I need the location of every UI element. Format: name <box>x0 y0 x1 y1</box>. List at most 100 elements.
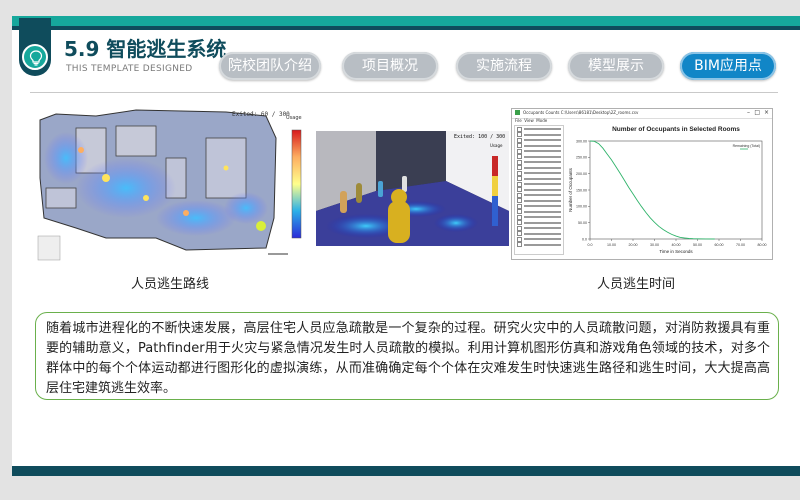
checkbox-icon[interactable] <box>517 214 522 220</box>
checkbox-icon[interactable] <box>517 242 522 247</box>
minimize-icon[interactable]: – <box>747 109 750 117</box>
menu-file[interactable]: File <box>515 118 522 123</box>
simulation-exited-label: Exited: 100 / 300 <box>454 134 506 140</box>
room-list-row[interactable] <box>517 214 561 220</box>
menu-view[interactable]: View <box>524 118 534 123</box>
room-name-placeholder <box>524 128 561 130</box>
checkbox-icon[interactable] <box>517 148 522 154</box>
y-axis-label: Number of Occupants <box>568 167 573 212</box>
room-list-panel[interactable] <box>514 125 564 255</box>
room-name-placeholder <box>524 133 561 136</box>
y-tick-label: 50.00 <box>578 221 587 225</box>
checkbox-icon[interactable] <box>517 209 522 214</box>
lightbulb-icon <box>22 44 48 70</box>
y-tick-label: 0.0 <box>582 237 587 241</box>
nav-tab-process[interactable]: 实施流程 <box>456 52 552 80</box>
simulation-legend-title: Usage <box>490 143 503 148</box>
y-tick-label: 150.00 <box>576 188 587 192</box>
checkbox-icon[interactable] <box>517 159 522 165</box>
checkbox-icon[interactable] <box>517 137 522 143</box>
description-text: 随着城市进程化的不断快速发展，高层住宅人员应急疏散是一个复杂的过程。研究火灾中的… <box>46 321 770 396</box>
room-name-placeholder <box>524 172 561 174</box>
nav-tab-overview[interactable]: 项目概况 <box>342 52 438 80</box>
checkbox-icon[interactable] <box>517 231 522 236</box>
bottom-band <box>0 476 800 500</box>
checkbox-icon[interactable] <box>517 143 522 148</box>
checkbox-icon[interactable] <box>517 187 522 192</box>
nav-tab-label: BIM应用点 <box>694 58 762 74</box>
page-title: 5.9 智能逃生系统 <box>64 37 227 61</box>
nav-tab-bim[interactable]: BIM应用点 <box>680 52 776 80</box>
maximize-icon[interactable]: □ <box>754 109 760 117</box>
x-tick-label: 10.00 <box>607 243 616 247</box>
room-list-row[interactable] <box>517 159 561 165</box>
room-list-row[interactable] <box>517 225 561 231</box>
room-list-row[interactable] <box>517 148 561 154</box>
room-list-row[interactable] <box>517 154 561 159</box>
room-list-row[interactable] <box>517 143 561 148</box>
room-name-placeholder <box>524 161 561 163</box>
room-name-placeholder <box>524 139 561 141</box>
room-list-row[interactable] <box>517 176 561 181</box>
checkbox-icon[interactable] <box>517 126 522 132</box>
checkbox-icon[interactable] <box>517 165 522 170</box>
checkbox-icon[interactable] <box>517 198 522 203</box>
room-name-placeholder <box>524 205 561 207</box>
room-list-row[interactable] <box>517 220 561 225</box>
menu-mode[interactable]: Mode <box>536 118 547 123</box>
checkbox-icon[interactable] <box>517 236 522 242</box>
chart-title: Number of Occupants in Selected Rooms <box>612 126 740 133</box>
y-tick-label: 200.00 <box>576 172 587 176</box>
room-list-row[interactable] <box>517 236 561 242</box>
checkbox-icon[interactable] <box>517 225 522 231</box>
room-list-row[interactable] <box>517 170 561 176</box>
room-name-placeholder <box>524 166 561 169</box>
room-list-row[interactable] <box>517 181 561 187</box>
room-list-row[interactable] <box>517 242 561 247</box>
room-list-row[interactable] <box>517 231 561 236</box>
checkbox-icon[interactable] <box>517 170 522 176</box>
legend-label: Remaining (Total) <box>733 144 760 148</box>
room-list-row[interactable] <box>517 132 561 137</box>
y-tick-label: 250.00 <box>576 156 587 160</box>
room-name-placeholder <box>524 199 561 202</box>
occupants-chart-window: Occupants Counts C:\Users\86181\Desktop\… <box>511 108 773 260</box>
x-tick-label: 70.00 <box>736 243 745 247</box>
x-tick-label: 50.00 <box>693 243 702 247</box>
room-name-placeholder <box>524 221 561 224</box>
room-list-row[interactable] <box>517 126 561 132</box>
room-name-placeholder <box>524 188 561 191</box>
room-name-placeholder <box>524 194 561 196</box>
top-band <box>0 0 800 16</box>
room-list-row[interactable] <box>517 203 561 209</box>
room-list-row[interactable] <box>517 187 561 192</box>
close-icon[interactable]: × <box>764 109 769 117</box>
floor-plan-legend-title: Usage <box>286 115 302 121</box>
checkbox-icon[interactable] <box>517 176 522 181</box>
top-accent-bar <box>12 16 800 26</box>
window-menubar: File View Mode <box>515 118 547 123</box>
room-name-placeholder <box>524 144 561 147</box>
simulation-3d-image: Exited: 100 / 300 Usage <box>316 131 509 246</box>
checkbox-icon[interactable] <box>517 220 522 225</box>
x-axis-label: Time in Seconds <box>659 249 693 254</box>
checkbox-icon[interactable] <box>517 181 522 187</box>
room-list-row[interactable] <box>517 209 561 214</box>
room-list-row[interactable] <box>517 192 561 198</box>
room-list-row[interactable] <box>517 137 561 143</box>
bottom-dark-bar <box>12 466 800 476</box>
room-name-placeholder <box>524 216 561 218</box>
nav-tab-team[interactable]: 院校团队介绍 <box>219 52 321 80</box>
nav-tab-label: 模型展示 <box>588 58 644 74</box>
checkbox-icon[interactable] <box>517 192 522 198</box>
nav-tab-model[interactable]: 模型展示 <box>568 52 664 80</box>
description-box: 随着城市进程化的不断快速发展，高层住宅人员应急疏散是一个复杂的过程。研究火灾中的… <box>35 312 779 400</box>
chart-background <box>566 121 770 259</box>
room-list-row[interactable] <box>517 198 561 203</box>
room-list-row[interactable] <box>517 165 561 170</box>
checkbox-icon[interactable] <box>517 132 522 137</box>
checkbox-icon[interactable] <box>517 154 522 159</box>
checkbox-icon[interactable] <box>517 203 522 209</box>
window-title: Occupants Counts C:\Users\86181\Desktop\… <box>523 110 639 115</box>
room-name-placeholder <box>524 177 561 180</box>
